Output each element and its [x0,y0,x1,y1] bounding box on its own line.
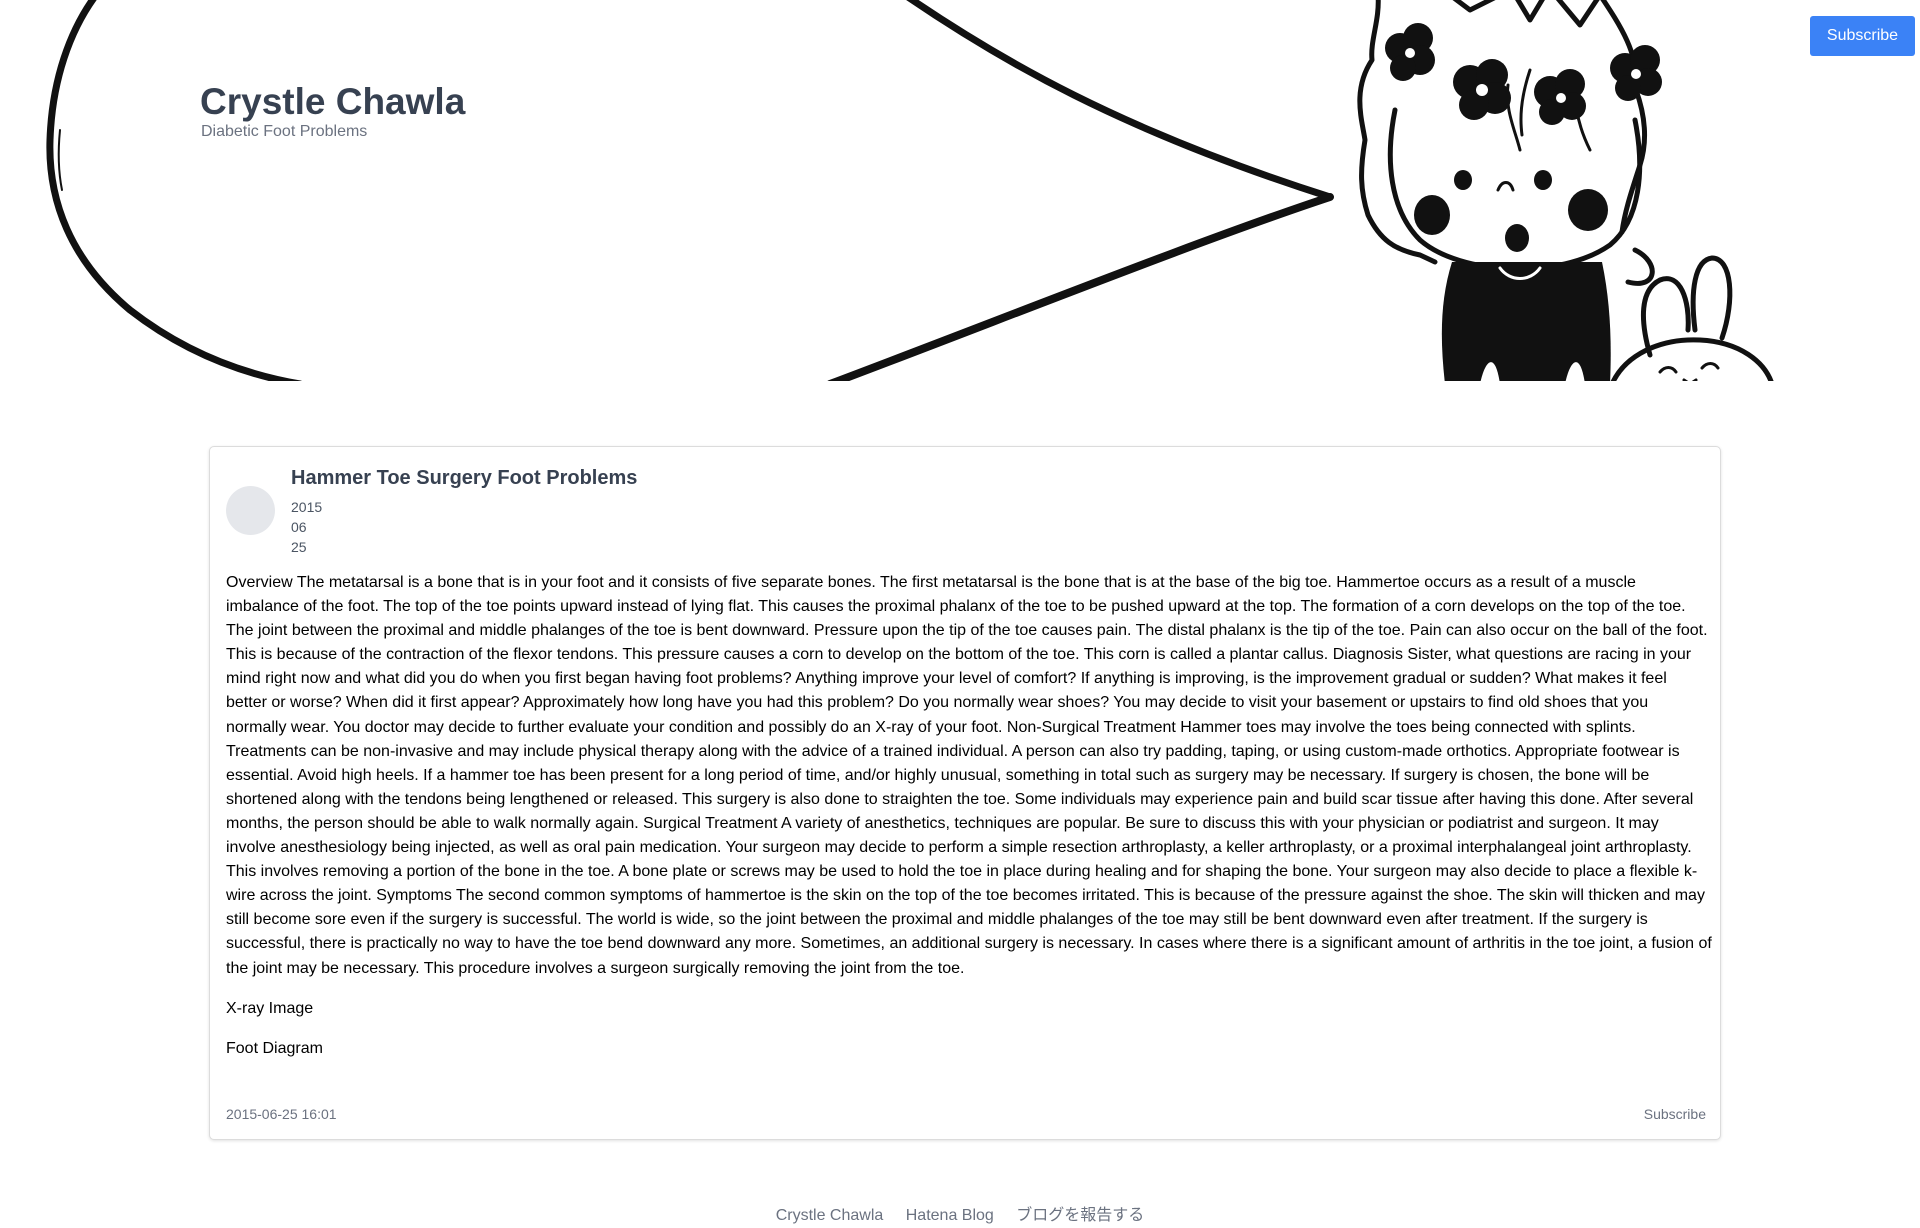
entry-subscribe-link[interactable]: Subscribe [1644,1105,1706,1123]
girl-character [1357,0,1662,381]
footer-link-hatena-blog[interactable]: Hatena Blog [906,1207,994,1224]
page-footer: Crystle Chawla Hatena Blog ブログを報告する [0,1204,1920,1228]
entry-content: Overview The metatarsal is a bone that i… [226,571,1712,1077]
author-avatar[interactable] [226,486,275,535]
bunny-character [1610,255,1774,381]
entry-date-day: 25 [291,539,307,555]
entry-date-year: 2015 [291,499,323,515]
entry-date[interactable]: 2015 06 25 [291,497,322,557]
speech-bubble-pointer-top [906,0,1334,201]
entry-card: Hammer Toe Surgery Foot Problems 2015 06… [209,446,1721,1140]
blog-title-link[interactable]: Crystle Chawla [200,80,465,124]
image-caption-foot-diagram: Foot Diagram [226,1039,323,1057]
speech-bubble-pointer-bottom [827,193,1334,381]
header-illustration [46,0,1774,381]
entry-timestamp[interactable]: 2015-06-25 16:01 [226,1105,337,1123]
blog-header: Crystle Chawla Diabetic Foot Problems Su… [0,0,1920,381]
footer-link-blog[interactable]: Crystle Chawla [776,1207,884,1224]
entry-body-text: Overview The metatarsal is a bone that i… [226,574,1712,977]
speech-bubble-outline [46,0,302,381]
blog-description: Diabetic Foot Problems [201,123,368,140]
subscribe-button[interactable]: Subscribe [1810,16,1915,56]
entry-date-month: 06 [291,519,307,535]
image-caption-xray: X-ray Image [226,999,314,1017]
footer-link-report[interactable]: ブログを報告する [1016,1207,1144,1224]
entry-title-link[interactable]: Hammer Toe Surgery Foot Problems [291,466,637,490]
